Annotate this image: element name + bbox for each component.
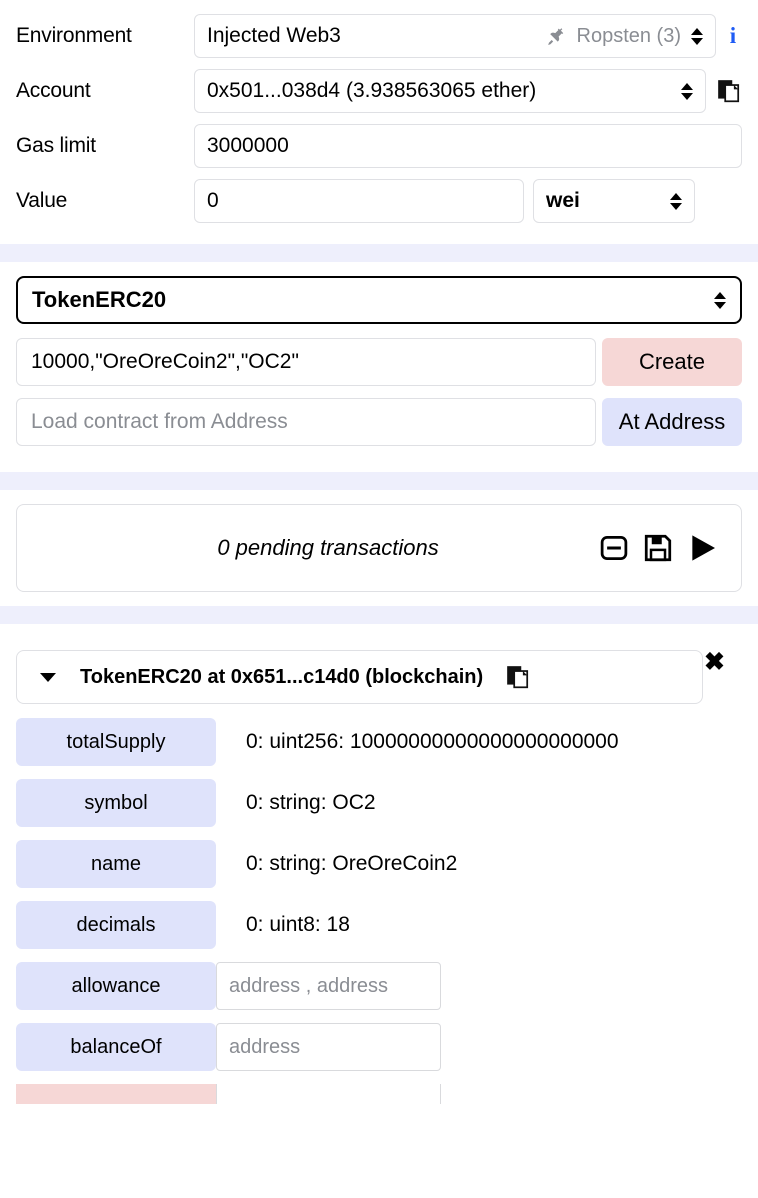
decimals-output: 0: uint8: 18 <box>246 913 350 936</box>
balanceof-input[interactable]: address <box>216 1023 441 1071</box>
deploy-row: 10000,"OreOreCoin2","OC2" Create <box>16 338 742 386</box>
value-unit: wei <box>546 189 580 212</box>
pending-transactions-box: 0 pending transactions <box>16 504 742 592</box>
decimals-button[interactable]: decimals <box>16 901 216 949</box>
minus-square-icon[interactable] <box>599 533 629 563</box>
account-select[interactable]: 0x501...038d4 (3.938563065 ether) <box>194 69 706 113</box>
environment-select[interactable]: Injected Web3 Ropsten (3) <box>194 14 716 58</box>
function-row-decimals: decimals 0: uint8: 18 <box>16 901 742 949</box>
play-icon[interactable] <box>687 532 719 564</box>
environment-row: Environment Injected Web3 Ropsten (3) i <box>16 14 742 58</box>
account-stepper-icon[interactable] <box>680 82 693 100</box>
load-contract-address-input[interactable]: Load contract from Address <box>16 398 596 446</box>
load-contract-address-placeholder: Load contract from Address <box>31 410 288 433</box>
name-output: 0: string: OreOreCoin2 <box>246 852 458 875</box>
transact-function-input[interactable] <box>216 1084 441 1104</box>
value-amount: 0 <box>207 189 219 212</box>
create-button[interactable]: Create <box>602 338 742 386</box>
function-row-partial <box>16 1084 742 1104</box>
environment-stepper-icon[interactable] <box>690 27 703 45</box>
environment-settings-section: Environment Injected Web3 Ropsten (3) i … <box>0 0 758 244</box>
account-row: Account 0x501...038d4 (3.938563065 ether… <box>16 69 742 113</box>
contract-function-list: totalSupply 0: uint256: 1000000000000000… <box>16 718 742 1104</box>
function-row-symbol: symbol 0: string: OC2 <box>16 779 742 827</box>
value-row: Value 0 wei <box>16 179 742 223</box>
name-button[interactable]: name <box>16 840 216 888</box>
balanceof-button[interactable]: balanceOf <box>16 1023 216 1071</box>
contract-section: TokenERC20 10000,"OreOreCoin2","OC2" Cre… <box>0 262 758 472</box>
copy-account-icon[interactable] <box>716 78 742 104</box>
at-address-row: Load contract from Address At Address <box>16 398 742 446</box>
totalsupply-button[interactable]: totalSupply <box>16 718 216 766</box>
gas-limit-input[interactable]: 3000000 <box>194 124 742 168</box>
pending-transactions-text: 0 pending transactions <box>217 535 439 560</box>
function-row-name: name 0: string: OreOreCoin2 <box>16 840 742 888</box>
close-icon[interactable]: ✖ <box>704 650 725 675</box>
caret-down-icon[interactable] <box>40 672 56 682</box>
symbol-output: 0: string: OC2 <box>246 791 376 814</box>
contract-select[interactable]: TokenERC20 <box>16 276 742 324</box>
account-value: 0x501...038d4 (3.938563065 ether) <box>207 79 537 102</box>
deployed-contracts-section: ✖ TokenERC20 at 0x651...c14d0 (blockchai… <box>0 650 758 1104</box>
gas-limit-row: Gas limit 3000000 <box>16 124 742 168</box>
deployed-instance-title: TokenERC20 at 0x651...c14d0 (blockchain) <box>80 665 484 688</box>
value-input[interactable]: 0 <box>194 179 524 223</box>
plug-icon <box>546 25 568 47</box>
section-divider-3 <box>0 606 758 624</box>
environment-label: Environment <box>16 24 132 47</box>
function-row-balanceof: balanceOf address <box>16 1023 742 1071</box>
value-unit-stepper-icon[interactable] <box>669 192 682 210</box>
function-row-allowance: allowance address , address <box>16 962 742 1010</box>
network-name: Ropsten (3) <box>576 24 682 47</box>
gas-limit-value: 3000000 <box>207 134 289 157</box>
contract-stepper-icon[interactable] <box>713 291 726 309</box>
info-icon[interactable]: i <box>724 23 742 49</box>
value-label: Value <box>16 189 68 212</box>
pending-transactions-section: 0 pending transactions <box>0 490 758 606</box>
save-icon[interactable] <box>643 533 673 563</box>
section-divider-2 <box>0 472 758 490</box>
value-unit-select[interactable]: wei <box>533 179 695 223</box>
at-address-button[interactable]: At Address <box>602 398 742 446</box>
copy-instance-address-icon[interactable] <box>505 664 531 690</box>
section-divider-1 <box>0 244 758 262</box>
gas-limit-label: Gas limit <box>16 134 96 157</box>
account-label: Account <box>16 79 91 102</box>
allowance-button[interactable]: allowance <box>16 962 216 1010</box>
function-row-totalsupply: totalSupply 0: uint256: 1000000000000000… <box>16 718 742 766</box>
allowance-input[interactable]: address , address <box>216 962 441 1010</box>
totalsupply-output: 0: uint256: 10000000000000000000000 <box>246 730 619 753</box>
symbol-button[interactable]: symbol <box>16 779 216 827</box>
deployed-instance-header[interactable]: TokenERC20 at 0x651...c14d0 (blockchain) <box>16 650 703 704</box>
constructor-args-value: 10000,"OreOreCoin2","OC2" <box>31 350 299 373</box>
environment-value: Injected Web3 <box>207 24 341 47</box>
constructor-args-input[interactable]: 10000,"OreOreCoin2","OC2" <box>16 338 596 386</box>
transact-function-button[interactable] <box>16 1084 216 1104</box>
contract-selected-name: TokenERC20 <box>32 287 167 312</box>
